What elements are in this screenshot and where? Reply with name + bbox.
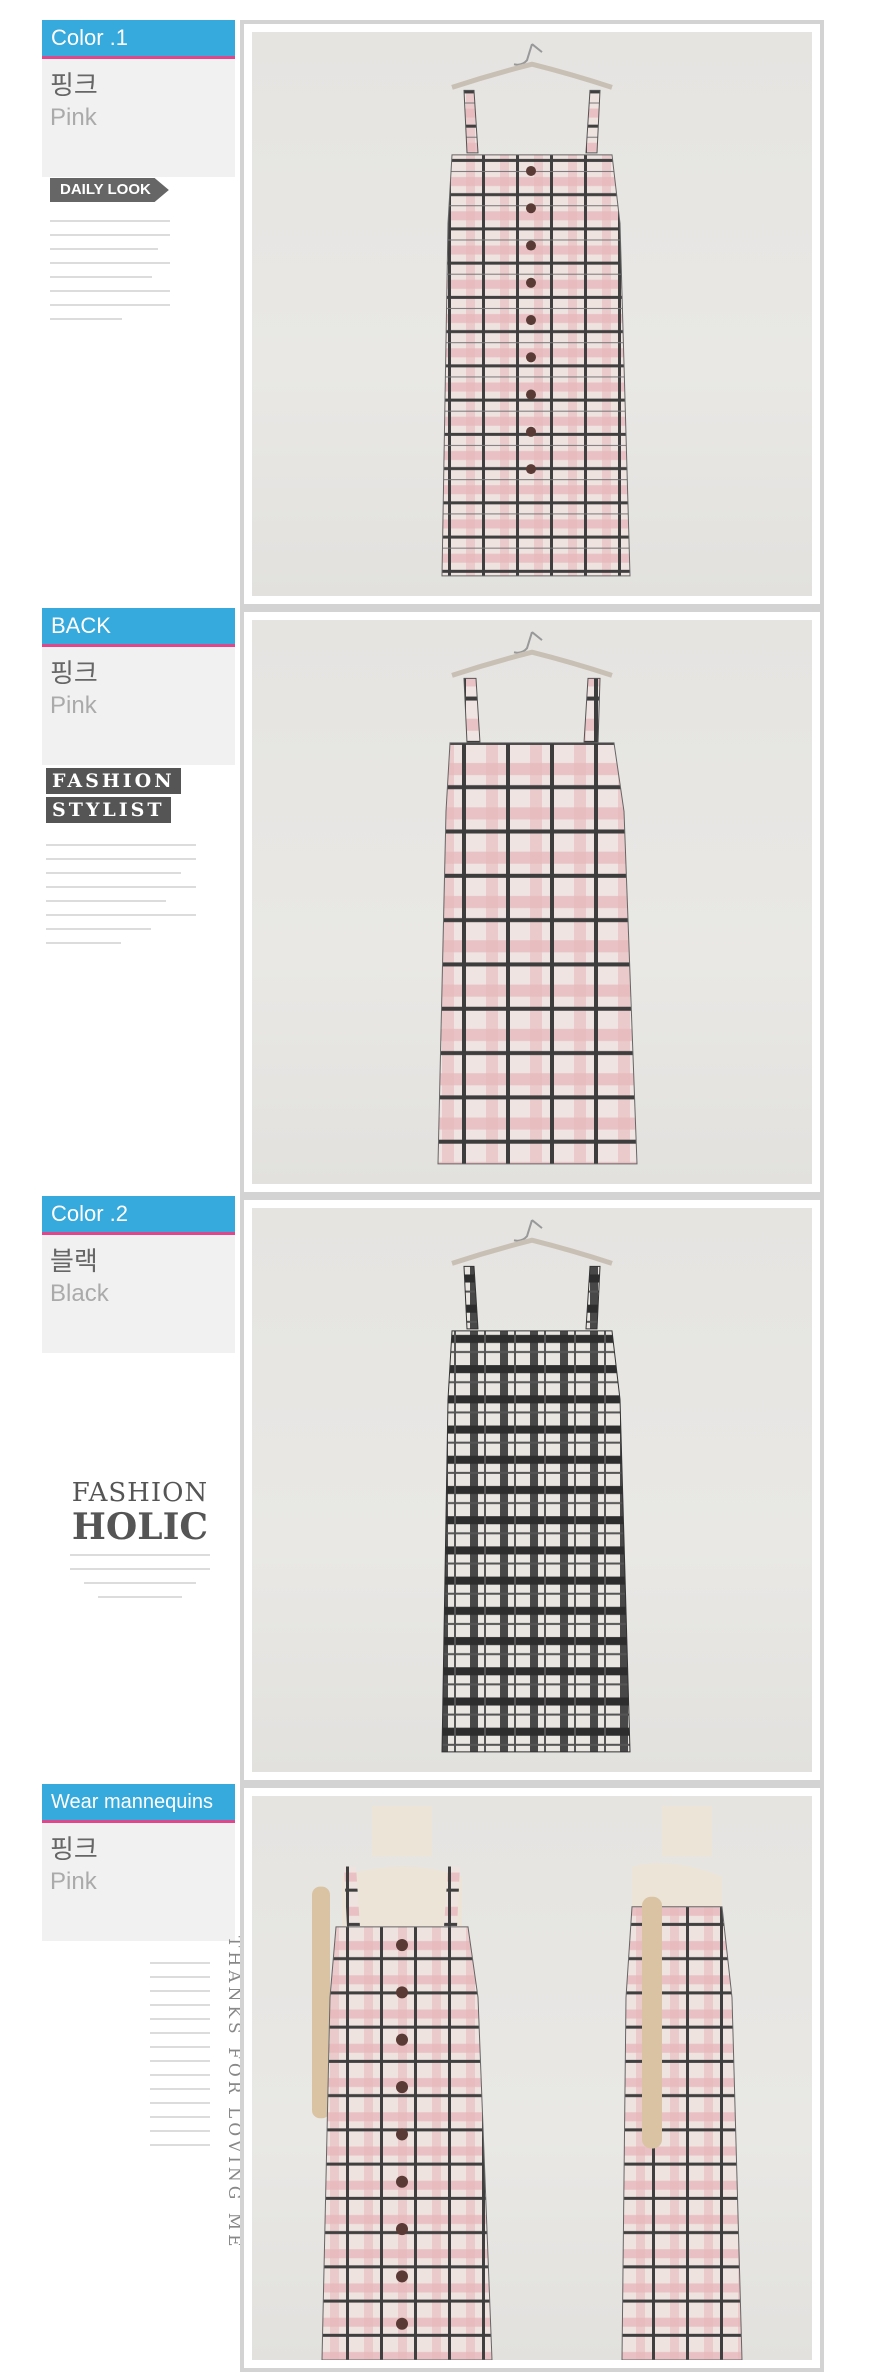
color-name-box: 핑크 Pink: [42, 59, 235, 177]
color-name-en: Pink: [50, 1868, 97, 1895]
product-photo-pink-front: [252, 32, 812, 596]
dress-illustration: [441, 1219, 631, 1753]
decorative-text-lines: [50, 220, 170, 320]
product-photo-black-front: [252, 1208, 812, 1772]
color-name-box: 핑크 Pink: [42, 1823, 235, 1941]
side-panel: Wear mannequins 핑크 Pink: [42, 1784, 235, 1941]
color-name-ko: 블랙: [50, 1247, 98, 1277]
color-name-en: Pink: [50, 104, 97, 131]
fashion-stylist-logo: FASHION STYLIST: [46, 768, 196, 956]
color-name-ko: 핑크: [50, 71, 98, 101]
color-name-ko: 핑크: [50, 659, 98, 689]
section-tag: Color .2: [42, 1196, 235, 1232]
fashion-stylist-line2: STYLIST: [46, 797, 171, 823]
fashion-holic-line2: HOLIC: [71, 1506, 209, 1548]
color-name-en: Pink: [50, 692, 97, 719]
dress-illustration: [441, 43, 631, 577]
daily-look-block: DAILY LOOK: [50, 178, 170, 332]
section-tag: Wear mannequins: [42, 1784, 235, 1820]
section-color-1: Color .1 핑크 Pink DAILY LOOK: [0, 20, 870, 608]
fashion-stylist-line1: FASHION: [46, 768, 181, 794]
color-name-ko: 핑크: [50, 1835, 98, 1865]
product-photo-frame: [240, 1196, 824, 1784]
product-photo-frame: [240, 608, 824, 1196]
decorative-text-lines: [46, 844, 196, 944]
product-photo-mannequins: [252, 1796, 812, 2360]
product-photo-pink-back: [252, 620, 812, 1184]
side-panel: Color .2 블랙 Black: [42, 1196, 235, 1353]
section-tag: Color .1: [42, 20, 235, 56]
fashion-holic-logo: FASHION HOLIC: [70, 1478, 210, 1610]
decorative-text-lines: [70, 1554, 210, 1598]
product-photo-frame: [240, 1784, 824, 2372]
section-back: BACK 핑크 Pink FASHION STYLIST: [0, 608, 870, 1196]
side-panel: BACK 핑크 Pink: [42, 608, 235, 765]
section-color-2: Color .2 블랙 Black FASHION HOLIC: [0, 1196, 870, 1784]
mannequin-illustration: [312, 1806, 743, 2360]
decorative-text-lines: [150, 1962, 210, 2158]
color-name-en: Black: [50, 1280, 109, 1307]
dress-illustration: [437, 631, 638, 1165]
product-photo-frame: [240, 20, 824, 608]
section-mannequins: Wear mannequins 핑크 Pink THANKS FOR LOVIN…: [0, 1784, 870, 2372]
color-name-box: 블랙 Black: [42, 1235, 235, 1353]
section-tag: BACK: [42, 608, 235, 644]
daily-look-label: DAILY LOOK: [50, 178, 169, 202]
fashion-holic-line1: FASHION: [71, 1478, 209, 1508]
color-name-box: 핑크 Pink: [42, 647, 235, 765]
side-panel: Color .1 핑크 Pink: [42, 20, 235, 177]
